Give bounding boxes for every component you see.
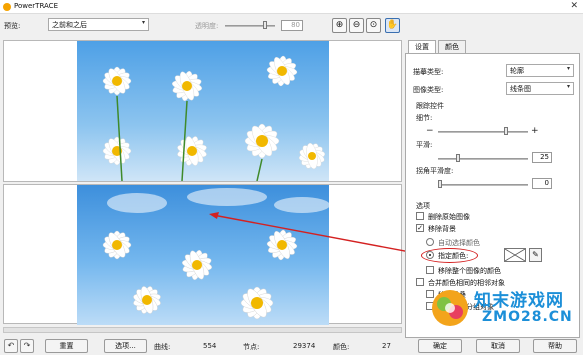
pan-hand-icon[interactable]: ✋ <box>385 18 400 33</box>
preview-dropdown[interactable]: 之前和之后 ▾ <box>48 18 149 31</box>
toolbar: 预览: 之前和之后 ▾ 透明度: 80 ⊕ ⊖ ⊙ ✋ <box>0 14 583 38</box>
transparency-slider-thumb[interactable] <box>263 21 267 29</box>
delete-original-label: 删除原始图像 <box>428 213 470 221</box>
smoothing-value[interactable]: 25 <box>532 152 552 163</box>
help-button[interactable]: 帮助 <box>533 339 577 353</box>
tab-settings[interactable]: 设置 <box>408 40 436 53</box>
trace-controls-title: 跟踪控件 <box>416 102 444 110</box>
watermark-logo-icon <box>432 290 468 326</box>
title-bar: PowerTRACE ✕ <box>0 0 583 14</box>
chevron-down-icon: ▾ <box>566 83 570 90</box>
delete-original-checkbox[interactable] <box>416 212 424 220</box>
corner-smoothness-slider-thumb[interactable] <box>438 180 442 188</box>
detail-minus-icon[interactable]: − <box>426 126 434 136</box>
eyedropper-icon[interactable]: ✎ <box>529 248 542 262</box>
cancel-button[interactable]: 取消 <box>476 339 520 353</box>
corner-smoothness-value[interactable]: 0 <box>532 178 552 189</box>
horizontal-scrollbar[interactable] <box>3 327 402 333</box>
chevron-down-icon: ▾ <box>141 19 145 26</box>
zoom-in-icon[interactable]: ⊕ <box>332 18 347 33</box>
watermark-text-cn: 知末游戏网 <box>474 291 564 311</box>
curves-label: 曲线: <box>154 343 171 351</box>
corner-smoothness-label: 拐角平滑度: <box>416 167 454 175</box>
smoothing-label: 平滑: <box>416 141 433 149</box>
corner-smoothness-slider[interactable] <box>438 184 528 186</box>
daisy-photo-traced <box>102 188 329 320</box>
trace-type-value: 轮廓 <box>510 67 524 75</box>
watermark: 知末游戏网 ZMO28.CN <box>430 282 580 340</box>
trace-type-label: 描摹类型: <box>413 68 444 76</box>
options-button[interactable]: 选项... <box>104 339 147 353</box>
remove-background-label: 移除背景 <box>428 225 456 233</box>
preview-dropdown-value: 之前和之后 <box>52 21 87 29</box>
transparency-slider[interactable] <box>225 25 275 27</box>
detail-slider-thumb[interactable] <box>504 127 508 135</box>
color-swatch[interactable] <box>504 248 526 262</box>
colors-value: 27 <box>382 342 391 350</box>
redo-icon[interactable]: ↷ <box>20 339 34 353</box>
zoom-fit-icon[interactable]: ⊙ <box>366 18 381 33</box>
specify-color-radio[interactable] <box>426 251 434 259</box>
original-image <box>77 41 329 181</box>
transparency-label: 透明度: <box>195 22 219 30</box>
daisy-photo-original <box>102 55 326 181</box>
preview-before-pane <box>3 40 402 182</box>
colors-label: 颜色: <box>333 343 350 351</box>
nodes-label: 节点: <box>243 343 260 351</box>
auto-color-radio[interactable] <box>426 238 434 246</box>
chevron-down-icon: ▾ <box>566 65 570 72</box>
undo-icon[interactable]: ↶ <box>4 339 18 353</box>
detail-plus-icon[interactable]: + <box>531 126 539 136</box>
remove-entire-checkbox[interactable] <box>426 266 434 274</box>
window-title: PowerTRACE <box>14 2 58 10</box>
ok-button[interactable]: 确定 <box>418 339 462 353</box>
specify-color-label: 指定颜色: <box>438 252 469 260</box>
options-title: 选项 <box>416 202 430 210</box>
zoom-out-icon[interactable]: ⊖ <box>349 18 364 33</box>
nodes-value: 29374 <box>293 342 316 350</box>
remove-entire-label: 移除整个图像的颜色 <box>438 267 501 275</box>
close-icon[interactable]: ✕ <box>570 1 578 11</box>
image-type-label: 图像类型: <box>413 86 444 94</box>
curves-value: 554 <box>203 342 217 350</box>
tab-colors[interactable]: 颜色 <box>438 40 466 53</box>
merge-adjacent-checkbox[interactable] <box>416 278 424 286</box>
image-type-dropdown[interactable]: 线条图 ▾ <box>506 82 574 95</box>
preview-after-pane <box>3 184 402 325</box>
traced-image <box>77 185 329 325</box>
remove-background-checkbox[interactable]: ✓ <box>416 224 424 232</box>
trace-type-dropdown[interactable]: 轮廓 ▾ <box>506 64 574 77</box>
app-icon <box>3 3 11 11</box>
preview-label: 预览: <box>4 22 21 30</box>
image-type-value: 线条图 <box>510 85 531 93</box>
auto-color-label: 自动选择颜色 <box>438 239 480 247</box>
reset-button[interactable]: 重置 <box>45 339 88 353</box>
no-color-icon <box>504 248 526 262</box>
smoothing-slider-thumb[interactable] <box>456 154 460 162</box>
smoothing-slider[interactable] <box>438 158 528 160</box>
detail-label: 细节: <box>416 114 433 122</box>
detail-slider[interactable] <box>438 131 528 133</box>
transparency-value[interactable]: 80 <box>281 20 303 31</box>
watermark-text-url: ZMO28.CN <box>482 309 573 325</box>
